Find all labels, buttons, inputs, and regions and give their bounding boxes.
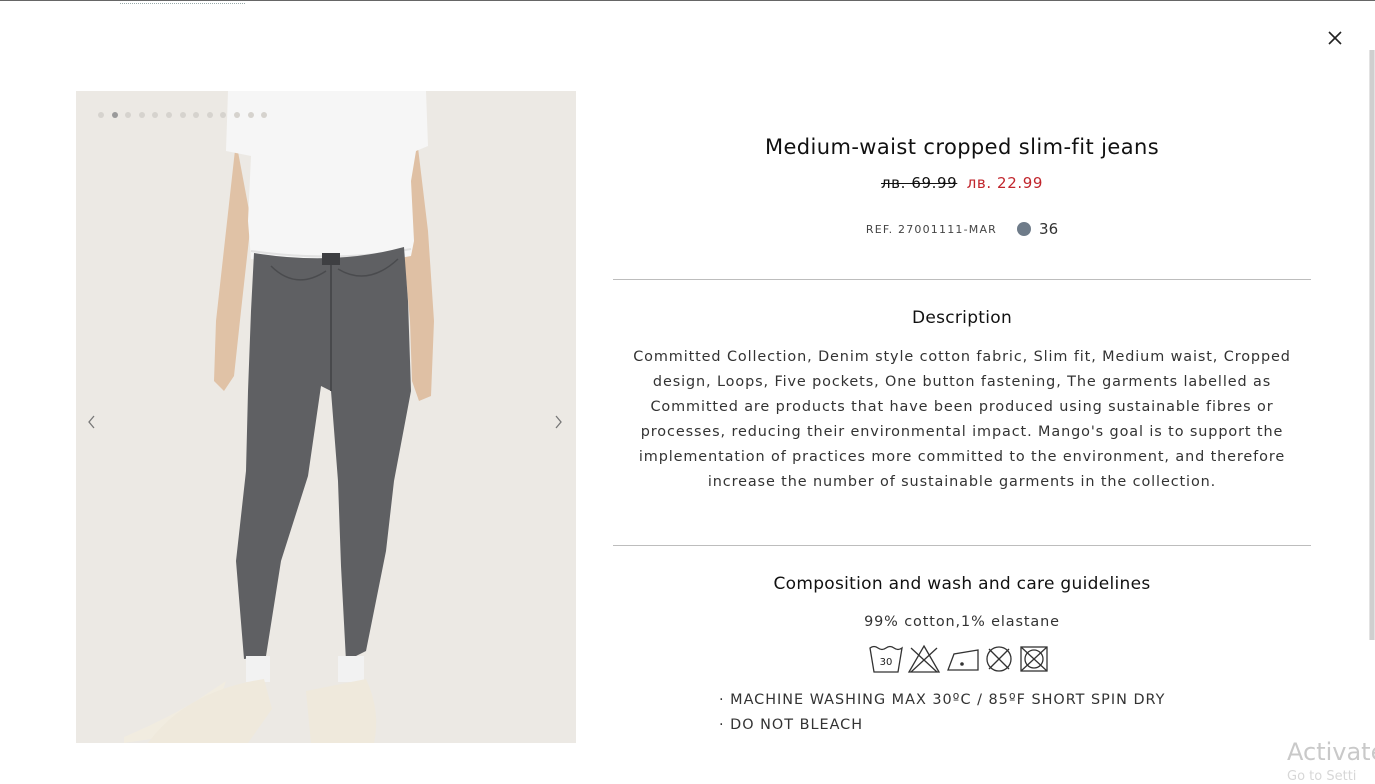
windows-activation-watermark: Activate bbox=[1287, 738, 1375, 766]
wash-temperature: 30 bbox=[880, 657, 893, 668]
gallery-dot[interactable] bbox=[261, 112, 268, 118]
gallery-dot[interactable] bbox=[98, 112, 104, 118]
color-swatch[interactable] bbox=[1017, 222, 1032, 236]
divider bbox=[613, 545, 1311, 546]
gallery-dot[interactable] bbox=[193, 112, 200, 118]
scrollbar[interactable] bbox=[1369, 50, 1375, 640]
care-instructions: · MACHINE WASHING MAX 30ºC / 85ºF SHORT … bbox=[719, 688, 1165, 738]
gallery-dot[interactable] bbox=[179, 112, 186, 118]
gallery-dot[interactable] bbox=[206, 112, 213, 118]
gallery-dot[interactable] bbox=[111, 112, 118, 118]
care-heading: Composition and wash and care guidelines bbox=[773, 574, 1151, 594]
close-button[interactable] bbox=[1322, 25, 1348, 51]
gallery-prev-button[interactable] bbox=[85, 414, 99, 430]
composition-text: 99% cotton,1% elastane bbox=[864, 614, 1060, 630]
no-tumble-dry-icon bbox=[1020, 646, 1048, 672]
no-bleach-icon bbox=[907, 644, 941, 673]
chevron-right-icon bbox=[555, 415, 562, 429]
no-dry-clean-icon bbox=[986, 646, 1012, 672]
color-code: 36 bbox=[1039, 220, 1059, 238]
close-icon bbox=[1328, 31, 1342, 45]
gallery-dot[interactable] bbox=[165, 112, 172, 118]
product-details: Medium-waist cropped slim-fit jeans лв. … bbox=[613, 120, 1311, 238]
chevron-left-icon bbox=[88, 415, 95, 429]
gallery-dot[interactable] bbox=[247, 112, 254, 118]
gallery-pagination bbox=[98, 112, 268, 118]
gallery-dot[interactable] bbox=[233, 112, 240, 118]
scrollbar-thumb[interactable] bbox=[1370, 50, 1374, 640]
description-heading: Description bbox=[911, 308, 1013, 328]
reference-row: REF. 27001111-MAR 36 bbox=[613, 220, 1311, 238]
description-text: Committed Collection, Denim style cotton… bbox=[633, 349, 1291, 490]
gallery-dot[interactable] bbox=[138, 112, 145, 118]
gallery-dot[interactable] bbox=[152, 112, 159, 118]
product-title: Medium-waist cropped slim-fit jeans bbox=[764, 135, 1160, 159]
care-icons: 30 bbox=[868, 644, 1050, 674]
iron-low-icon bbox=[947, 649, 979, 671]
price-row: лв. 69.99 лв. 22.99 bbox=[613, 174, 1311, 192]
sale-price: лв. 22.99 bbox=[966, 174, 1043, 192]
gallery-next-button[interactable] bbox=[551, 414, 565, 430]
product-photo bbox=[76, 91, 576, 743]
page-behind-fragment bbox=[120, 0, 245, 4]
wash-30-icon: 30 bbox=[869, 645, 903, 673]
divider bbox=[613, 279, 1311, 280]
care-instruction-item: · MACHINE WASHING MAX 30ºC / 85ºF SHORT … bbox=[719, 692, 1166, 708]
product-reference: REF. 27001111-MAR bbox=[865, 222, 998, 236]
gallery-dot[interactable] bbox=[220, 112, 227, 118]
care-instruction-item: · DO NOT BLEACH bbox=[719, 717, 864, 733]
original-price: лв. 69.99 bbox=[881, 174, 958, 192]
product-image-gallery[interactable] bbox=[76, 91, 576, 743]
gallery-dot[interactable] bbox=[125, 112, 132, 118]
